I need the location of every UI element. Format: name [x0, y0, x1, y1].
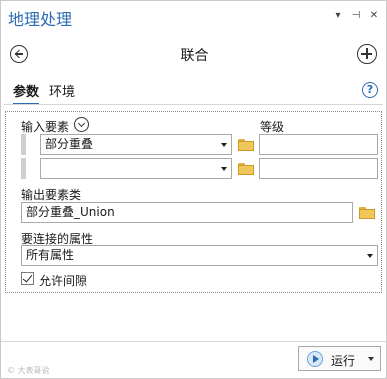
divider: [4, 104, 383, 105]
titlebar-controls: ▾ ⊣ ✕: [332, 9, 380, 23]
join-attributes-value: 所有属性: [26, 248, 75, 262]
allow-gaps-label: 允许间隙: [39, 274, 88, 288]
tab-parameters[interactable]: 参数: [13, 81, 40, 105]
chevron-down-icon: [367, 254, 373, 258]
input-features-value: 部分重叠: [45, 137, 94, 151]
input-features-dropdown[interactable]: 部分重叠: [40, 134, 232, 155]
allow-gaps-checkbox[interactable]: [21, 272, 34, 285]
output-feature-class-label: 输出要素类: [21, 188, 82, 202]
geoprocessing-pane: 地理处理 ▾ ⊣ ✕ 联合 参数 环境 ? 输入要素 等级 部分重叠 输出要素类…: [0, 0, 387, 379]
rank-input-empty[interactable]: [259, 158, 378, 179]
tab-environments[interactable]: 环境: [49, 81, 75, 105]
run-label: 运行: [331, 354, 356, 368]
folder-icon[interactable]: [238, 139, 254, 151]
rank-label: 等级: [260, 120, 285, 134]
input-features-label: 输入要素: [21, 120, 70, 134]
folder-icon[interactable]: [359, 207, 375, 219]
tab-bar: 参数 环境: [13, 81, 75, 105]
footer-divider: [1, 341, 386, 342]
chevron-down-icon[interactable]: [368, 357, 374, 361]
folder-icon[interactable]: [238, 163, 254, 175]
row-handle[interactable]: [21, 158, 26, 179]
dropdown-icon[interactable]: ▾: [332, 9, 344, 23]
help-icon[interactable]: ?: [362, 82, 378, 98]
title-bar: 地理处理 ▾ ⊣ ✕: [1, 1, 386, 31]
output-value: 部分重叠_Union: [26, 205, 115, 219]
run-button[interactable]: 运行: [298, 346, 381, 371]
rank-input[interactable]: [259, 134, 378, 155]
watermark: © 大表哥说: [7, 366, 50, 375]
tool-title: 联合: [180, 48, 209, 64]
chevron-down-icon: [221, 143, 227, 147]
input-features-dropdown-empty[interactable]: [40, 158, 232, 179]
join-attributes-dropdown[interactable]: 所有属性: [21, 245, 378, 266]
add-circle-icon[interactable]: [357, 44, 377, 64]
output-feature-class-input[interactable]: 部分重叠_Union: [21, 202, 353, 223]
row-handle[interactable]: [21, 134, 26, 155]
play-icon: [307, 351, 323, 367]
expand-chevron-icon[interactable]: [74, 117, 89, 132]
chevron-down-icon: [221, 167, 227, 171]
pane-title: 地理处理: [8, 10, 73, 29]
pin-icon[interactable]: ⊣: [350, 9, 362, 23]
close-icon[interactable]: ✕: [368, 9, 380, 23]
